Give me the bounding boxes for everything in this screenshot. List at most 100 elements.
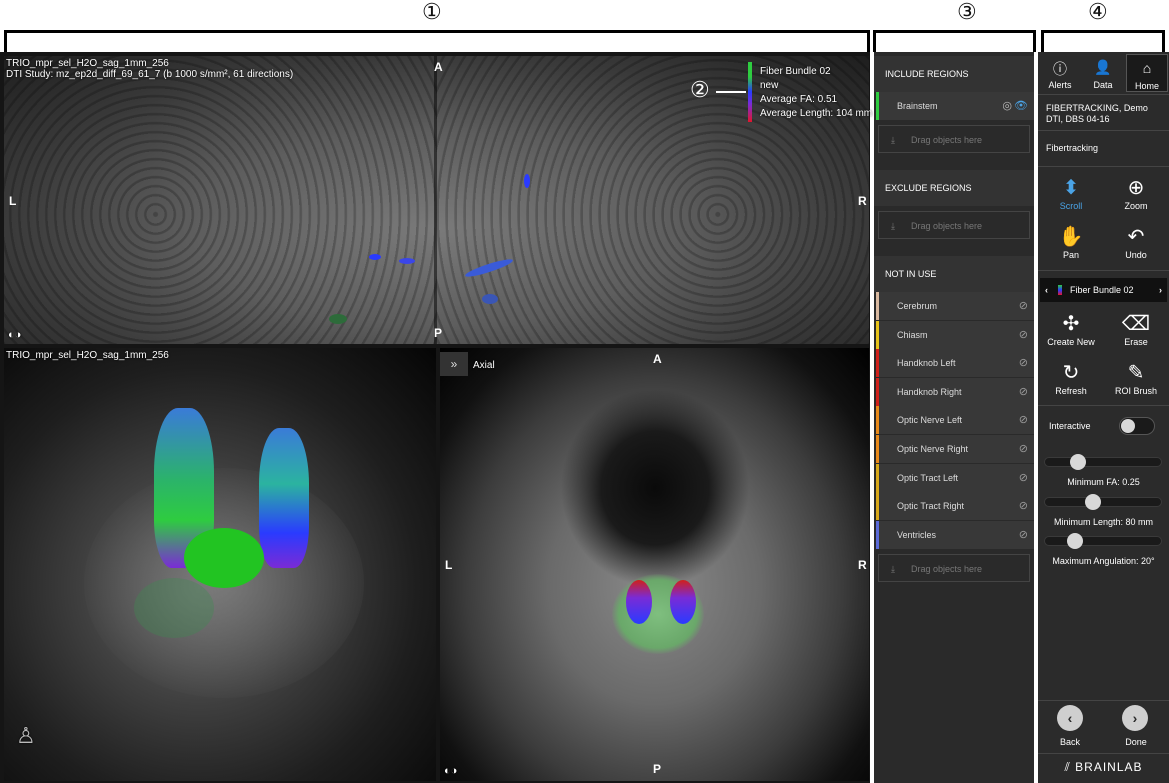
axial-orientation-icon[interactable]: ◐◑ — [444, 766, 457, 777]
region-label: Chiasm — [897, 329, 928, 340]
min-fa-label: Minimum FA: 0.25 — [1067, 477, 1140, 487]
hidden-eye-icon[interactable]: ⊘ — [1019, 378, 1028, 406]
fiber-fragment — [524, 174, 530, 188]
region-label: Optic Nerve Left — [897, 415, 963, 426]
bracket-viewer — [4, 30, 870, 52]
legend-average-length: Average Length: 104 mm — [760, 108, 873, 119]
region-label: Ventricles — [897, 529, 937, 540]
back-label: Back — [1059, 737, 1080, 747]
fiber-fragment — [399, 258, 415, 264]
axial-orient-anterior: A — [653, 352, 662, 366]
axial-view[interactable] — [440, 348, 869, 781]
not-in-use-region[interactable]: Chiasm ⊘ — [876, 320, 1034, 349]
include-dropzone[interactable]: ⤓ Drag objects here — [878, 125, 1030, 153]
exclude-regions-header: EXCLUDE REGIONS — [874, 170, 1034, 206]
hidden-eye-icon[interactable]: ⊘ — [1019, 492, 1028, 520]
callout-4: ④ — [1088, 0, 1108, 25]
divider — [1038, 270, 1169, 271]
axial-label: Axial — [473, 360, 495, 371]
orient-posterior: P — [434, 326, 443, 340]
fiber-color-legend — [748, 62, 752, 122]
hidden-eye-icon[interactable]: ⊘ — [1019, 464, 1028, 492]
prev-bundle-icon[interactable]: ‹ — [1045, 278, 1048, 302]
region-label: Handknob Left — [897, 358, 956, 369]
tab-data[interactable]: 👤 Data — [1082, 54, 1124, 92]
slider-knob[interactable] — [1070, 454, 1086, 470]
pan-label: Pan — [1062, 250, 1079, 260]
tab-alerts-label: Alerts — [1048, 80, 1072, 90]
chevron-left-icon: ‹ — [1067, 710, 1073, 726]
hidden-eye-icon[interactable]: ⊘ — [1019, 321, 1028, 349]
erase-tool[interactable]: ⌫ Erase — [1106, 311, 1166, 347]
hidden-eye-icon[interactable]: ⊘ — [1019, 349, 1028, 377]
3d-view[interactable] — [4, 348, 436, 781]
drop-target-icon: ⤓ — [891, 221, 895, 231]
axial-expand-button[interactable]: » — [440, 352, 468, 376]
slider-knob[interactable] — [1085, 494, 1101, 510]
hidden-eye-icon[interactable]: ⊘ — [1019, 406, 1028, 434]
not-in-use-region[interactable]: Ventricles ⊘ — [876, 520, 1034, 549]
top-view[interactable] — [4, 56, 869, 344]
fiber-tract-right — [259, 428, 309, 568]
done-button[interactable]: › — [1122, 705, 1148, 731]
tab-data-label: Data — [1093, 80, 1113, 90]
pan-tool[interactable]: ✋ Pan — [1041, 224, 1101, 260]
fiber-section-right — [670, 580, 696, 624]
top-view-series: TRIO_mpr_sel_H2O_sag_1mm_256 — [6, 58, 169, 69]
bundle-color-icon — [1058, 285, 1062, 295]
exclude-dropzone[interactable]: ⤓ Drag objects here — [878, 211, 1030, 239]
hidden-eye-icon[interactable]: ⊘ — [1019, 292, 1028, 320]
undo-icon: ↶ — [1127, 226, 1145, 248]
next-bundle-icon[interactable]: › — [1159, 278, 1162, 302]
brain-texture-left — [4, 56, 437, 344]
orientation-cube-icon[interactable]: ◐◑ — [8, 330, 21, 341]
create-new-icon: ✣ — [1062, 313, 1080, 335]
max-angulation-slider[interactable] — [1044, 533, 1162, 549]
dropzone-label: Drag objects here — [911, 135, 983, 145]
interactive-toggle[interactable] — [1119, 417, 1155, 435]
divider — [1038, 166, 1169, 167]
not-in-use-region[interactable]: Optic Nerve Left ⊘ — [876, 406, 1034, 435]
axial-orient-posterior: P — [653, 762, 662, 776]
scroll-arrows-icon: ⬍ — [1062, 177, 1080, 199]
tab-alerts[interactable]: ⓘ Alerts — [1039, 54, 1081, 92]
axial-orient-left: L — [445, 558, 453, 572]
patient-name: FIBERTRACKING, Demo — [1046, 103, 1148, 113]
region-label: Brainstem — [897, 101, 938, 111]
orient-left: L — [9, 194, 17, 208]
hidden-eye-icon[interactable]: ⊘ — [1019, 435, 1028, 463]
visible-eye-icon[interactable]: 👁 — [1014, 92, 1028, 120]
zoom-tool[interactable]: ⊕ Zoom — [1106, 175, 1166, 211]
tab-home[interactable]: ⌂ Home — [1126, 54, 1168, 92]
not-in-use-dropzone[interactable]: ⤓ Drag objects here — [878, 554, 1030, 582]
not-in-use-region[interactable]: Cerebrum ⊘ — [876, 292, 1034, 320]
legend-average-fa: Average FA: 0.51 — [760, 94, 838, 105]
undo-label: Undo — [1125, 250, 1147, 260]
not-in-use-region[interactable]: Optic Nerve Right ⊘ — [876, 435, 1034, 463]
bundle-selector[interactable]: ‹ Fiber Bundle 02 › — [1040, 278, 1167, 302]
not-in-use-region[interactable]: Optic Tract Left ⊘ — [876, 463, 1034, 492]
bracket-panel — [1041, 30, 1165, 52]
include-region-brainstem[interactable]: Brainstem ◎ 👁 — [876, 92, 1034, 120]
edit-region-icon[interactable]: ◎ — [1002, 92, 1012, 120]
midline — [434, 56, 437, 344]
bundle-selector-label: Fiber Bundle 02 — [1070, 285, 1134, 295]
divider — [1038, 405, 1169, 406]
min-length-slider[interactable] — [1044, 494, 1162, 510]
refresh-tool[interactable]: ↻ Refresh — [1041, 360, 1101, 396]
hidden-eye-icon[interactable]: ⊘ — [1019, 521, 1028, 549]
roi-brush-tool[interactable]: ✎ ROI Brush — [1106, 360, 1166, 396]
3d-view-series: TRIO_mpr_sel_H2O_sag_1mm_256 — [6, 350, 169, 361]
erase-icon: ⌫ — [1121, 313, 1151, 335]
max-angulation-label: Maximum Angulation: 20° — [1052, 556, 1155, 566]
scroll-tool[interactable]: ⬍ Scroll — [1041, 175, 1101, 211]
back-button[interactable]: ‹ — [1057, 705, 1083, 731]
brush-icon: ✎ — [1127, 362, 1145, 384]
not-in-use-region[interactable]: Handknob Right ⊘ — [876, 377, 1034, 406]
divider — [1038, 700, 1169, 701]
not-in-use-region[interactable]: Optic Tract Right ⊘ — [876, 492, 1034, 521]
min-fa-slider[interactable] — [1044, 454, 1162, 470]
create-new-tool[interactable]: ✣ Create New — [1041, 311, 1101, 347]
undo-tool[interactable]: ↶ Undo — [1106, 224, 1166, 260]
not-in-use-region[interactable]: Handknob Left ⊘ — [876, 349, 1034, 378]
